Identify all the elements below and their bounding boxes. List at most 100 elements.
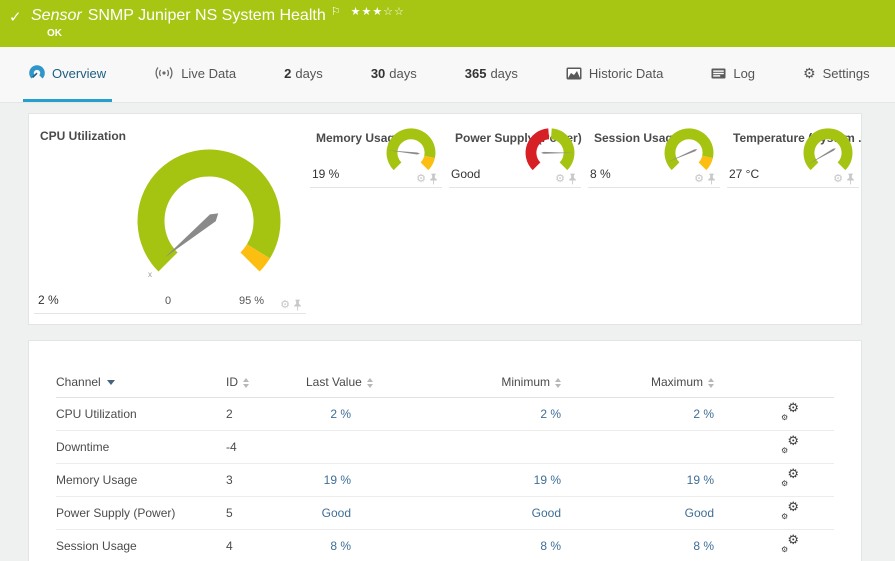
table-row[interactable]: Power Supply (Power) 5 Good Good Good ⚙⚙ [56, 497, 834, 530]
tab-overview[interactable]: Overview [23, 47, 112, 102]
channel-minimum: Good [351, 497, 561, 530]
memory-gauge [382, 122, 440, 180]
tab-live-data[interactable]: Live Data [148, 47, 242, 102]
tab-365-days[interactable]: 365 days [459, 47, 524, 102]
channel-last-value: Good [306, 497, 351, 530]
gauge-card-session: Session Usage 8 % ⚙ [588, 126, 720, 188]
tab-log[interactable]: Log [705, 47, 761, 102]
tab-historic-data[interactable]: Historic Data [560, 47, 669, 102]
channel-maximum: 2 % [561, 398, 714, 431]
gear-icon[interactable]: ⚙ [694, 174, 704, 185]
channel-maximum: Good [561, 497, 714, 530]
log-icon [711, 68, 726, 79]
sort-icon [555, 378, 561, 388]
channel-minimum: 19 % [351, 464, 561, 497]
channels-table: Channel ID Last Value Minimum Maximum CP… [56, 369, 834, 561]
channel-settings-gears-icon[interactable]: ⚙⚙ [781, 438, 799, 453]
gauge-value: 8 % [590, 167, 611, 181]
channel-settings-gears-icon[interactable]: ⚙⚙ [781, 537, 799, 552]
cpu-gauge [124, 136, 294, 306]
channel-name: CPU Utilization [56, 398, 226, 431]
status-check-icon: ✓ [9, 8, 22, 26]
channel-maximum: 8 % [561, 530, 714, 561]
pin-icon[interactable] [429, 173, 438, 185]
channel-maximum: 19 % [561, 464, 714, 497]
sort-desc-icon [107, 380, 115, 385]
gear-icon: ⚙ [803, 65, 816, 82]
pin-icon[interactable] [846, 173, 855, 185]
pin-icon[interactable] [293, 299, 302, 311]
gauge-max-label: 95 % [239, 295, 264, 307]
chart-icon [566, 67, 582, 80]
gauge-value: Good [451, 167, 480, 181]
sort-icon [243, 378, 249, 388]
channel-settings-gears-icon[interactable]: ⚙⚙ [781, 504, 799, 519]
table-row[interactable]: CPU Utilization 2 2 % 2 % 2 % ⚙⚙ [56, 398, 834, 431]
channel-name: Downtime [56, 431, 226, 464]
column-header-last-value[interactable]: Last Value [306, 369, 351, 398]
gauge-value: 19 % [312, 167, 339, 181]
content-area: CPU Utilization x 2 % 0 95 % ⚙ [0, 103, 895, 561]
gauge-value: 27 °C [729, 167, 759, 181]
gauges-panel: CPU Utilization x 2 % 0 95 % ⚙ [28, 113, 862, 325]
gauge-marker: x [148, 270, 152, 279]
channels-panel: Channel ID Last Value Minimum Maximum CP… [28, 340, 862, 561]
table-header-row: Channel ID Last Value Minimum Maximum [56, 369, 834, 398]
table-row[interactable]: Memory Usage 3 19 % 19 % 19 % ⚙⚙ [56, 464, 834, 497]
channel-id: -4 [226, 431, 306, 464]
channel-name: Session Usage [56, 530, 226, 561]
channel-name: Memory Usage [56, 464, 226, 497]
channel-last-value [306, 431, 351, 464]
tab-30-days[interactable]: 30 days [365, 47, 423, 102]
session-gauge [660, 122, 718, 180]
column-header-actions [714, 369, 834, 398]
gauge-icon [29, 65, 45, 81]
channel-minimum [351, 431, 561, 464]
sort-icon [708, 378, 714, 388]
column-header-id[interactable]: ID [226, 369, 306, 398]
channel-maximum [561, 431, 714, 464]
sensor-banner: ✓ Sensor SNMP Juniper NS System Health ⚐… [0, 0, 895, 47]
pin-icon[interactable] [707, 173, 716, 185]
power-gauge [521, 122, 579, 180]
column-header-minimum[interactable]: Minimum [351, 369, 561, 398]
pin-icon[interactable] [568, 173, 577, 185]
gear-icon[interactable]: ⚙ [555, 174, 565, 185]
priority-stars[interactable]: ★★★☆☆ [351, 5, 405, 18]
channel-minimum: 8 % [351, 530, 561, 561]
channel-name: Power Supply (Power) [56, 497, 226, 530]
gear-icon[interactable]: ⚙ [416, 174, 426, 185]
table-row[interactable]: Session Usage 4 8 % 8 % 8 % ⚙⚙ [56, 530, 834, 561]
gauge-card-power: Power Supply (Power) Good ⚙ [449, 126, 581, 188]
gauge-title: CPU Utilization [40, 129, 126, 143]
gauge-card-memory: Memory Usage 19 % ⚙ [310, 126, 442, 188]
channel-settings-gears-icon[interactable]: ⚙⚙ [781, 471, 799, 486]
sensor-title: SNMP Juniper NS System Health [88, 7, 326, 25]
flag-icon[interactable]: ⚐ [331, 5, 341, 18]
tab-bar: Overview Live Data 2 days 30 days 365 [0, 47, 895, 103]
channel-settings-gears-icon[interactable]: ⚙⚙ [781, 405, 799, 420]
tab-settings[interactable]: ⚙ Settings [797, 47, 876, 102]
broadcast-icon [154, 66, 174, 80]
channel-minimum: 2 % [351, 398, 561, 431]
gauge-card-temperature: Temperature (System ... 27 °C ⚙ [727, 126, 859, 188]
channel-id: 5 [226, 497, 306, 530]
sort-icon [367, 378, 373, 388]
status-badge: OK [47, 28, 62, 39]
gear-icon[interactable]: ⚙ [833, 174, 843, 185]
gauge-card-cpu: CPU Utilization x 2 % 0 95 % ⚙ [34, 124, 306, 314]
table-row[interactable]: Downtime -4 ⚙⚙ [56, 431, 834, 464]
channel-id: 3 [226, 464, 306, 497]
column-header-channel[interactable]: Channel [56, 369, 226, 398]
channel-last-value: 8 % [306, 530, 351, 561]
gear-icon[interactable]: ⚙ [280, 300, 290, 311]
channel-last-value: 19 % [306, 464, 351, 497]
tab-2-days[interactable]: 2 days [278, 47, 329, 102]
temperature-gauge [799, 122, 857, 180]
channel-last-value: 2 % [306, 398, 351, 431]
sensor-overview-page: ✓ Sensor SNMP Juniper NS System Health ⚐… [0, 0, 895, 561]
gauge-value: 2 % [38, 293, 59, 307]
object-kind-label: Sensor [31, 7, 82, 25]
channel-id: 4 [226, 530, 306, 561]
column-header-maximum[interactable]: Maximum [561, 369, 714, 398]
